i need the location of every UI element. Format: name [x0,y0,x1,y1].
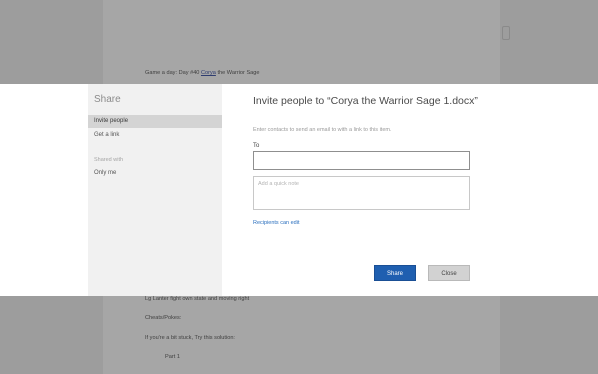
to-label: To [253,143,260,149]
share-main-panel: Invite people to “Corya the Warrior Sage… [253,84,493,296]
document-line-2: Cheats/Pokes: [145,315,182,321]
share-sidebar: Share Invite people Get a link Shared wi… [88,84,222,296]
share-dialog: Share Invite people Get a link Shared wi… [0,84,598,296]
document-heading: Game a day: Day #40 Corya the Warrior Sa… [145,70,260,76]
document-heading-link[interactable]: Corya [201,70,216,76]
document-heading-prefix: Game a day: Day #40 [145,70,201,76]
nav-item-invite-people[interactable]: Invite people [88,115,222,128]
nav-item-get-a-link[interactable]: Get a link [88,129,222,142]
document-line-4: Part 1 [165,354,180,360]
page-corner-icon [502,26,510,40]
invite-description: Enter contacts to send an email to with … [253,127,392,133]
share-button[interactable]: Share [374,265,416,281]
shared-with-value[interactable]: Only me [94,170,116,176]
invite-title: Invite people to “Corya the Warrior Sage… [253,95,478,107]
to-input[interactable] [253,151,470,170]
shared-with-label: Shared with [94,157,124,163]
recipients-can-edit-link[interactable]: Recipients can edit [253,220,299,226]
document-heading-suffix: the Warrior Sage [215,70,260,76]
share-title: Share [94,94,121,105]
close-button[interactable]: Close [428,265,470,281]
document-line-3: If you're a bit stuck, Try this solution… [145,335,235,341]
note-input[interactable] [253,176,470,210]
document-line-1: Lg Lanter fight own state and moving rig… [145,296,250,302]
